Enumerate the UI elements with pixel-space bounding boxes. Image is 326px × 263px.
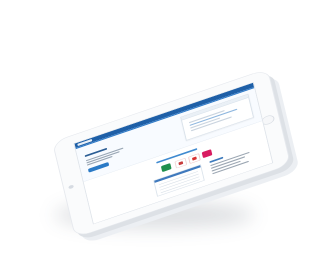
pink-app-icon[interactable] xyxy=(201,149,213,159)
camera-icon xyxy=(68,184,75,190)
mockup-stage xyxy=(0,0,326,263)
excel-icon[interactable] xyxy=(160,163,172,173)
pdf-icon[interactable] xyxy=(188,153,201,164)
tablet-screen xyxy=(73,81,274,225)
feature-text-block xyxy=(209,147,253,176)
access-icon[interactable] xyxy=(174,157,188,169)
